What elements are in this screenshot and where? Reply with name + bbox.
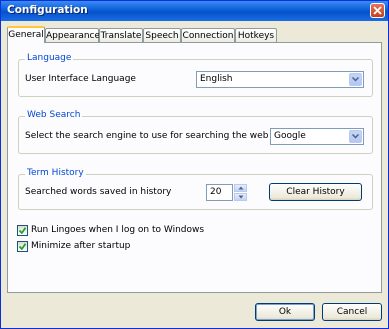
- ui-language-value: English: [200, 74, 233, 84]
- search-engine-value: Google: [274, 131, 306, 141]
- search-engine-label: Select the search engine to use for sear…: [25, 131, 269, 141]
- search-engine-select[interactable]: Google: [270, 128, 364, 145]
- tab-general[interactable]: General: [7, 26, 45, 43]
- checkmark-icon: [19, 243, 26, 250]
- language-group: Language User Interface Language English: [18, 53, 373, 97]
- increment-button[interactable]: [234, 184, 247, 192]
- checkmark-icon: [19, 227, 26, 234]
- clear-history-button[interactable]: Clear History: [269, 183, 362, 201]
- cancel-button[interactable]: Cancel: [322, 303, 382, 321]
- title-bar[interactable]: Configuration: [1, 1, 388, 21]
- history-count-input[interactable]: 20: [206, 184, 233, 201]
- chevron-up-icon: [238, 186, 244, 190]
- minimize-after-startup-label[interactable]: Minimize after startup: [31, 241, 130, 251]
- term-history-group: Term History Searched words saved in his…: [18, 168, 373, 210]
- ui-language-label: User Interface Language: [25, 74, 136, 84]
- tab-speech[interactable]: Speech: [143, 28, 181, 42]
- close-button[interactable]: [370, 3, 385, 18]
- tab-hotkeys[interactable]: Hotkeys: [235, 28, 277, 42]
- tab-appearance[interactable]: Appearance: [45, 28, 100, 42]
- minimize-after-startup-checkbox[interactable]: [17, 241, 28, 252]
- history-count-value: 20: [210, 187, 222, 197]
- web-search-group: Web Search Select the search engine to u…: [18, 110, 373, 154]
- ok-button[interactable]: Ok: [255, 303, 315, 321]
- search-engine-dropdown-button[interactable]: [349, 130, 362, 143]
- language-group-title: Language: [25, 53, 74, 63]
- history-count-label: Searched words saved in history: [25, 187, 172, 197]
- web-search-group-title: Web Search: [25, 110, 83, 120]
- term-history-group-title: Term History: [25, 168, 86, 178]
- ui-language-dropdown-button[interactable]: [349, 73, 362, 86]
- history-count-stepper: [234, 184, 247, 201]
- run-on-logon-label[interactable]: Run Lingoes when I log on to Windows: [31, 225, 204, 235]
- general-panel: Language User Interface Language English…: [7, 42, 382, 293]
- window-title: Configuration: [7, 4, 88, 16]
- close-icon: [373, 6, 382, 15]
- decrement-button[interactable]: [234, 193, 247, 201]
- chevron-down-icon: [352, 77, 359, 82]
- tab-translate[interactable]: Translate: [99, 28, 143, 42]
- chevron-down-icon: [238, 195, 244, 199]
- ui-language-select[interactable]: English: [196, 71, 364, 88]
- run-on-logon-checkbox[interactable]: [17, 225, 28, 236]
- configuration-dialog: Configuration General Appearance Transla…: [0, 0, 389, 329]
- chevron-down-icon: [352, 134, 359, 139]
- tab-connection[interactable]: Connection: [181, 28, 235, 42]
